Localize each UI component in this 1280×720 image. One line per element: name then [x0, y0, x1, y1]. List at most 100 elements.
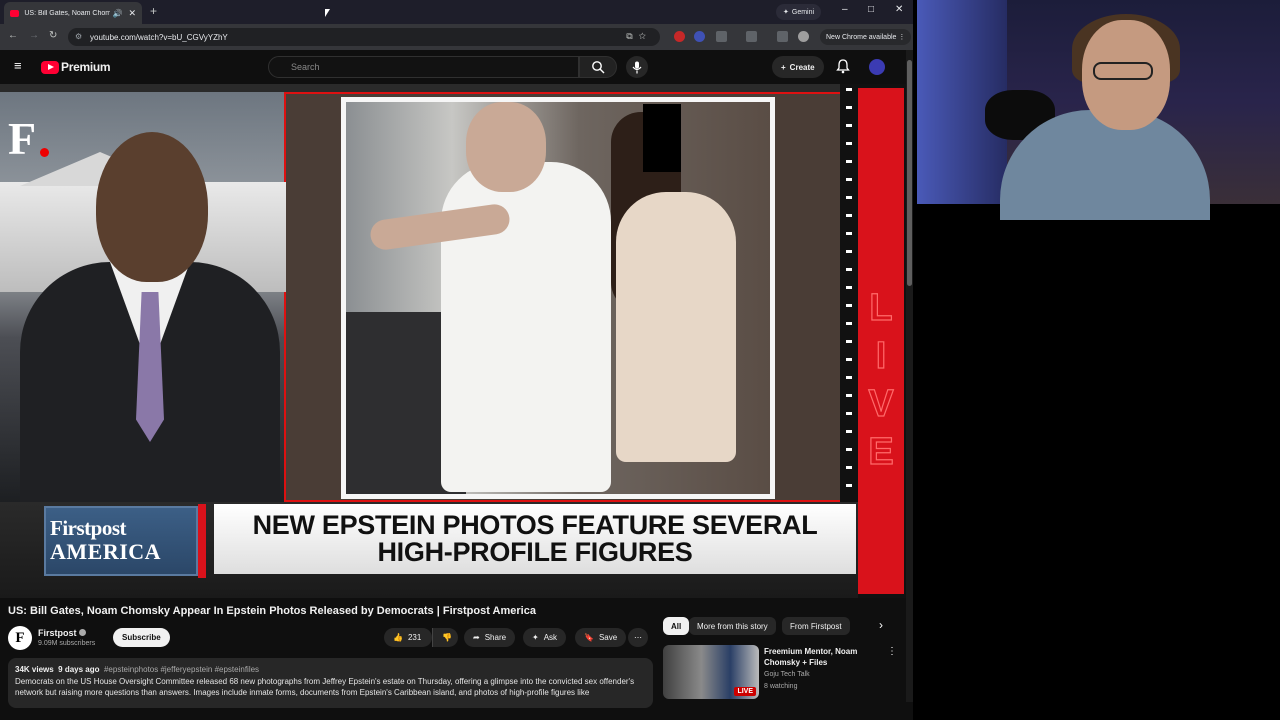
update-label: New Chrome available	[826, 33, 897, 41]
share-icon: ➦	[473, 633, 480, 642]
youtube-favicon-icon	[10, 9, 20, 17]
share-button[interactable]: ➦ Share	[464, 628, 516, 647]
close-tab-icon[interactable]: ✕	[128, 8, 136, 19]
youtube-logo[interactable]: Premium	[41, 60, 111, 74]
epstein-photo	[341, 97, 775, 499]
bookmark-star-icon[interactable]: ⧉☆	[626, 31, 652, 42]
anchor-panel: F	[0, 92, 286, 502]
thumbs-up-icon: 👍	[393, 633, 403, 642]
chip-all[interactable]: All	[663, 617, 690, 635]
live-badge: LIVE	[734, 687, 756, 696]
media-control-icon[interactable]	[777, 31, 788, 42]
mouse-cursor-icon	[325, 9, 330, 17]
description-text: Democrats on the US House Oversight Comm…	[15, 677, 635, 697]
hashtags[interactable]: #epsteinphotos #jefferyepstein #epsteinf…	[104, 665, 259, 674]
reading-list-icon[interactable]	[746, 31, 757, 42]
youtube-play-icon	[41, 60, 59, 74]
scrollbar-thumb[interactable]	[907, 60, 912, 286]
youtube-header: ≡ Premium Search + Create	[0, 50, 913, 84]
channel-name[interactable]: Firstpost	[38, 628, 86, 638]
live-letter: L	[869, 286, 893, 329]
recommendation-menu-icon[interactable]: ⋮	[887, 646, 897, 657]
live-vertical-text: LIVE	[858, 284, 904, 476]
address-bar-row: ← → ↻ ⚙ youtube.com/watch?v=bU_CGVyYZhY …	[0, 24, 913, 50]
save-label: Save	[598, 633, 618, 642]
live-letter: V	[868, 382, 895, 425]
tab-title: US: Bill Gates, Noam Chom	[24, 9, 111, 17]
woman-figure	[616, 192, 736, 462]
bookmark-icon: 🔖	[584, 633, 594, 642]
chip-more-from-story[interactable]: More from this story	[689, 617, 776, 635]
url-bar[interactable]: ⚙ youtube.com/watch?v=bU_CGVyYZhY ⧉☆	[68, 28, 660, 46]
upload-age: 9 days ago	[58, 665, 100, 674]
update-chrome-button[interactable]: New Chrome available ⋮	[820, 29, 912, 45]
back-button[interactable]: ←	[8, 30, 18, 41]
censor-box	[643, 104, 681, 172]
description-box[interactable]: 34K views 9 days ago #epsteinphotos #jef…	[8, 658, 653, 708]
search-input[interactable]: Search	[268, 56, 579, 78]
anchor-head	[96, 132, 208, 282]
photo-panel	[286, 92, 840, 502]
like-button[interactable]: 👍 231	[384, 628, 432, 647]
sparkle-icon: ✦	[783, 9, 789, 16]
subscribe-button[interactable]: Subscribe	[113, 628, 170, 647]
lower-third-divider	[198, 504, 206, 578]
ask-button[interactable]: ✦ Ask	[523, 628, 567, 647]
brand-line-1: Firstpost	[50, 516, 127, 540]
chip-from-firstpost[interactable]: From Firstpost	[782, 617, 850, 635]
description-meta: 34K views 9 days ago #epsteinphotos #jef…	[15, 665, 646, 674]
brand-line-2: AMERICA	[50, 539, 162, 564]
maximize-button[interactable]: □	[868, 4, 874, 15]
video-player[interactable]: F LIVE Firstpost AMERICA NEW EPSTEIN PHO…	[0, 84, 906, 598]
live-letter: I	[875, 334, 887, 377]
save-button[interactable]: 🔖 Save	[575, 628, 627, 647]
firstpost-corner-logo: F	[8, 112, 49, 165]
hamburger-menu-icon[interactable]: ≡	[14, 59, 26, 72]
close-window-button[interactable]: ✕	[895, 4, 903, 15]
more-actions-button[interactable]: ⋯	[628, 628, 648, 647]
forward-button[interactable]: →	[29, 30, 39, 41]
ask-label: Ask	[543, 633, 558, 642]
gemini-button[interactable]: ✦ Gemini	[776, 4, 822, 20]
logo-letter: F	[8, 113, 37, 164]
verified-icon	[78, 629, 86, 636]
create-button[interactable]: + Create	[772, 56, 824, 78]
extension-icon[interactable]	[674, 31, 685, 42]
kebab-menu-icon[interactable]: ⋮	[898, 33, 905, 41]
page-scrollbar[interactable]	[906, 50, 913, 702]
dislike-button[interactable]: 👎	[432, 628, 458, 647]
audio-playing-icon[interactable]: 🔊	[112, 9, 122, 18]
profile-avatar[interactable]	[798, 31, 809, 42]
minimize-button[interactable]: –	[842, 4, 848, 15]
browser-tab[interactable]: US: Bill Gates, Noam Chom 🔊 ✕	[4, 2, 142, 24]
site-info-icon[interactable]: ⚙	[75, 32, 82, 41]
microphone-icon	[632, 61, 642, 73]
voice-search-button[interactable]	[626, 56, 648, 78]
reload-button[interactable]: ↻	[49, 30, 57, 41]
sparkle-icon: ✦	[532, 633, 539, 642]
headline-banner: NEW EPSTEIN PHOTOS FEATURE SEVERAL HIGH-…	[214, 504, 856, 574]
search-button[interactable]	[579, 56, 617, 78]
create-label: Create	[789, 62, 815, 72]
tab-strip: US: Bill Gates, Noam Chom 🔊 ✕ + ✦ Gemini…	[0, 0, 913, 24]
video-title: US: Bill Gates, Noam Chomsky Appear In E…	[8, 605, 536, 617]
recommendation-title[interactable]: Freemium Mentor, Noam Chomsky + Files	[764, 646, 874, 668]
view-count: 34K views	[15, 665, 54, 674]
channel-avatar[interactable]: F	[8, 626, 32, 650]
live-letter: E	[868, 430, 895, 473]
new-tab-button[interactable]: +	[150, 4, 157, 18]
recommendation-watching: 8 watching	[764, 683, 798, 690]
headline-line-2: HIGH-PROFILE FIGURES	[377, 537, 693, 567]
extensions-puzzle-icon[interactable]	[716, 31, 727, 42]
more-icon: ⋯	[634, 633, 642, 642]
share-label: Share	[484, 633, 507, 642]
firstpost-america-logo: Firstpost AMERICA	[44, 506, 198, 576]
browser-window: US: Bill Gates, Noam Chom 🔊 ✕ + ✦ Gemini…	[0, 0, 913, 720]
recommendation-thumbnail[interactable]: LIVE	[663, 645, 759, 699]
extension-icon[interactable]	[694, 31, 705, 42]
subscriber-count: 9.09M subscribers	[38, 640, 96, 647]
recommendation-channel[interactable]: Goju Tech Talk	[764, 671, 810, 678]
notifications-bell-icon[interactable]	[836, 59, 850, 74]
account-avatar[interactable]	[869, 59, 885, 75]
chips-next-chevron-icon[interactable]: ›	[872, 618, 890, 636]
